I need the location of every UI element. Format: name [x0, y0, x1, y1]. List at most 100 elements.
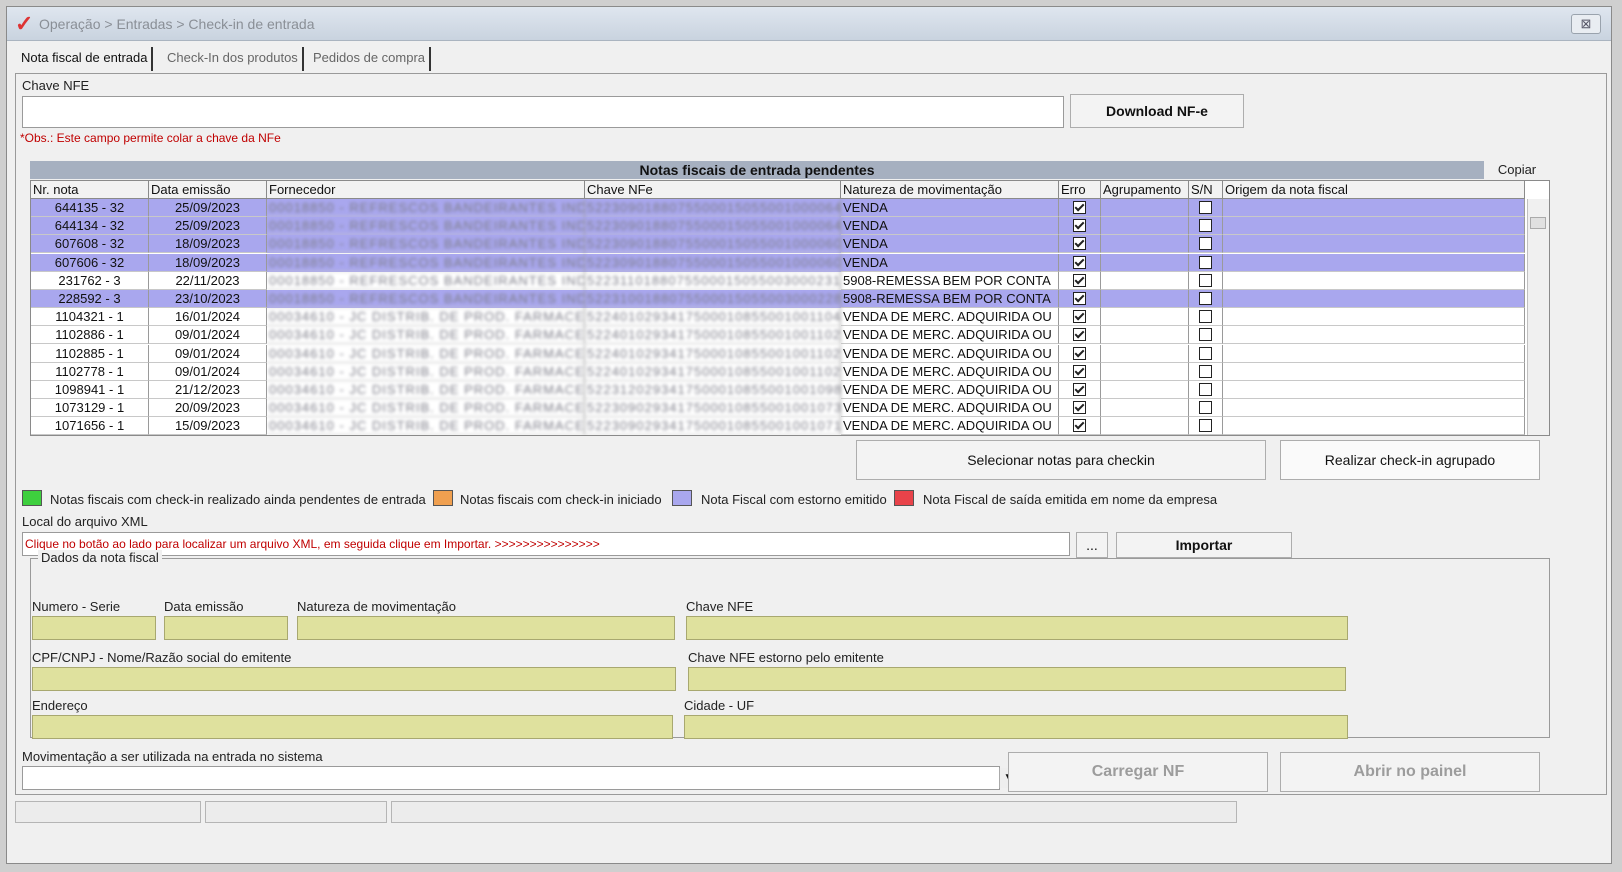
cell-fornecedor: 00018850 - REFRESCOS BANDEIRANTES IND. E… — [267, 199, 585, 217]
erro-checkbox[interactable] — [1073, 328, 1086, 342]
browse-xml-button[interactable]: ... — [1076, 532, 1108, 558]
scrollbar-thumb[interactable] — [1530, 217, 1546, 229]
cidade-uf-field[interactable] — [684, 715, 1348, 739]
table-row[interactable]: 644134 - 32 25/09/2023 00018850 - REFRESCO… — [31, 217, 1525, 236]
cell-chave-nfe: 52240102934175000108550010011043215 — [585, 308, 841, 327]
cell-nr: 1102778 - 1 — [31, 362, 149, 381]
table-row[interactable]: 607606 - 32 18/09/2023 00018850 - REFRESCO… — [31, 253, 1525, 272]
erro-checkbox[interactable] — [1073, 419, 1086, 433]
table-row[interactable]: 1102778 - 1 09/01/2024 00034610 - JC DISTR… — [31, 362, 1525, 381]
cell-erro — [1059, 217, 1101, 236]
table-row[interactable]: 1104321 - 1 16/01/2024 00034610 - JC DISTR… — [31, 308, 1525, 327]
column-header-natureza[interactable]: Natureza de movimentação — [841, 181, 1059, 199]
sn-checkbox[interactable] — [1199, 237, 1212, 251]
legend-swatch-red — [894, 490, 914, 506]
sn-checkbox[interactable] — [1199, 346, 1212, 360]
cell-origem — [1223, 381, 1525, 399]
grid-scrollbar[interactable] — [1527, 199, 1549, 435]
xml-path-input[interactable]: Clique no botão ao lado para localizar u… — [22, 532, 1070, 556]
sn-checkbox[interactable] — [1199, 328, 1212, 342]
table-row[interactable]: 1073129 - 1 20/09/2023 00034610 - JC DISTR… — [31, 399, 1525, 418]
column-header-chave-nfe[interactable]: Chave NFe — [585, 181, 841, 199]
erro-checkbox[interactable] — [1073, 364, 1086, 378]
status-bar — [13, 797, 1609, 825]
cell-natureza: VENDA DE MERC. ADQUIRIDA OU — [841, 399, 1059, 418]
column-header-agrupamento[interactable]: Agrupamento — [1101, 181, 1189, 199]
sn-checkbox[interactable] — [1199, 273, 1212, 287]
erro-checkbox[interactable] — [1073, 346, 1086, 360]
column-header-erro[interactable]: Erro — [1059, 181, 1101, 199]
table-row[interactable]: 228592 - 3 23/10/2023 00018850 - REFRESCOS… — [31, 290, 1525, 308]
tab-pedidos-compra[interactable]: Pedidos de compra — [309, 47, 432, 71]
breadcrumb: Operação > Entradas > Check-in de entrad… — [39, 16, 315, 32]
cell-erro — [1059, 253, 1101, 272]
natureza-label: Natureza de movimentação — [297, 599, 456, 614]
column-header-nr[interactable]: Nr. nota — [31, 181, 149, 199]
cell-chave-nfe: 52230901880755000150550010000644116 — [585, 217, 841, 236]
erro-checkbox[interactable] — [1073, 383, 1086, 397]
sn-checkbox[interactable] — [1199, 255, 1212, 269]
column-header-origem[interactable]: Origem da nota fiscal — [1223, 181, 1525, 199]
table-row[interactable]: 1102886 - 1 09/01/2024 00034610 - JC DISTR… — [31, 326, 1525, 345]
erro-checkbox[interactable] — [1073, 255, 1086, 269]
movimentacao-value — [23, 770, 26, 785]
sn-checkbox[interactable] — [1199, 419, 1212, 433]
erro-checkbox[interactable] — [1073, 237, 1086, 251]
column-header-sn[interactable]: S/N — [1189, 181, 1223, 199]
sn-checkbox[interactable] — [1199, 364, 1212, 378]
cell-erro — [1059, 271, 1101, 290]
close-icon[interactable]: ⊠ — [1571, 14, 1601, 34]
table-row[interactable]: 644135 - 32 25/09/2023 00018850 - REFRESCO… — [31, 199, 1525, 217]
emitente-field[interactable] — [32, 667, 676, 691]
dados-nota-fiscal-legend: Dados da nota fiscal — [38, 550, 162, 565]
cell-fornecedor: 00034610 - JC DISTRIB. DE PROD. FARMACEU… — [267, 417, 585, 435]
pending-notes-grid[interactable]: Nr. nota Data emissão Fornecedor Chave NFe N… — [30, 180, 1550, 436]
natureza-field[interactable] — [297, 616, 675, 640]
table-row[interactable]: 1102885 - 1 09/01/2024 00034610 - JC DISTR… — [31, 344, 1525, 363]
tab-nota-fiscal-entrada[interactable]: Nota fiscal de entrada — [17, 47, 154, 71]
download-nfe-button[interactable]: Download NF-e — [1070, 94, 1244, 128]
table-row[interactable]: 1071656 - 1 15/09/2023 00034610 - JC DISTR… — [31, 417, 1525, 435]
tab-check-in-produtos[interactable]: Check-In dos produtos — [163, 47, 304, 71]
abrir-painel-button[interactable]: Abrir no painel — [1280, 752, 1540, 792]
sn-checkbox[interactable] — [1199, 310, 1212, 324]
sn-checkbox[interactable] — [1199, 401, 1212, 415]
cell-nr: 1104321 - 1 — [31, 308, 149, 327]
sn-checkbox[interactable] — [1199, 383, 1212, 397]
erro-checkbox[interactable] — [1073, 292, 1086, 306]
erro-checkbox[interactable] — [1073, 273, 1086, 287]
sn-checkbox[interactable] — [1199, 292, 1212, 306]
cell-agrupamento — [1101, 290, 1189, 308]
sn-checkbox[interactable] — [1199, 201, 1212, 215]
cell-fornecedor: 00018850 - REFRESCOS BANDEIRANTES IND. E… — [267, 290, 585, 308]
erro-checkbox[interactable] — [1073, 401, 1086, 415]
carregar-nf-button[interactable]: Carregar NF — [1008, 752, 1268, 792]
endereco-field[interactable] — [32, 715, 673, 739]
numero-serie-field[interactable] — [32, 616, 156, 640]
cell-origem — [1223, 399, 1525, 418]
chave-estorno-field[interactable] — [688, 667, 1346, 691]
copy-button[interactable]: Copiar — [1484, 161, 1550, 179]
movimentacao-select[interactable]: ▼ — [22, 766, 1017, 790]
grouped-checkin-button[interactable]: Realizar check-in agrupado — [1280, 440, 1540, 480]
erro-checkbox[interactable] — [1073, 310, 1086, 324]
cell-chave-nfe: 52230901880755000150550010000607608 — [585, 235, 841, 254]
table-row[interactable]: 607608 - 32 18/09/2023 00018850 - REFRESCO… — [31, 235, 1525, 254]
column-header-fornecedor[interactable]: Fornecedor — [267, 181, 585, 199]
erro-checkbox[interactable] — [1073, 201, 1086, 215]
table-row[interactable]: 231762 - 3 22/11/2023 00018850 - REFRESCOS… — [31, 271, 1525, 290]
chave-nfe-input[interactable] — [22, 96, 1064, 128]
column-header-data-emissao[interactable]: Data emissão — [149, 181, 267, 199]
import-button[interactable]: Importar — [1116, 532, 1292, 558]
erro-checkbox[interactable] — [1073, 219, 1086, 233]
select-notes-button[interactable]: Selecionar notas para checkin — [856, 440, 1266, 480]
sn-checkbox[interactable] — [1199, 219, 1212, 233]
cell-nr: 607606 - 32 — [31, 253, 149, 272]
cell-erro — [1059, 235, 1101, 254]
table-row[interactable]: 1098941 - 1 21/12/2023 00034610 - JC DISTR… — [31, 381, 1525, 399]
legend-label-green: Notas fiscais com check-in realizado ain… — [50, 492, 426, 507]
chave-nfe-dados-field[interactable] — [686, 616, 1348, 640]
cell-origem — [1223, 362, 1525, 381]
cell-nr: 1098941 - 1 — [31, 381, 149, 399]
data-emissao-field[interactable] — [164, 616, 288, 640]
